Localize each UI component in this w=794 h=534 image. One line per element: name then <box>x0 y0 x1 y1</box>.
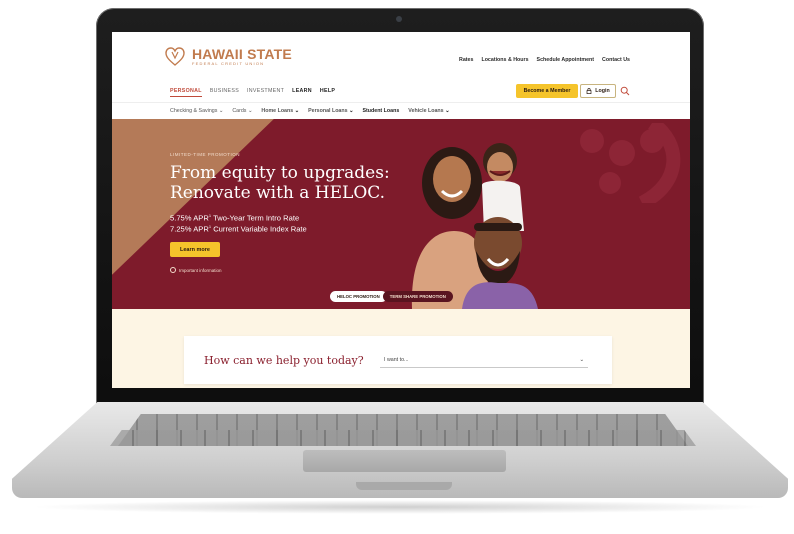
rate-description: Two-Year Term Intro Rate <box>213 213 300 223</box>
rate-footnote: 1 <box>208 224 212 229</box>
subnav-label: Vehicle Loans <box>408 107 444 114</box>
brand-subtitle: FEDERAL CREDIT UNION <box>192 61 265 66</box>
sub-nav: Checking & Savings ⌄ Cards ⌄ Home Loans … <box>112 102 690 118</box>
hero-title-line: Renovate with a HELOC. <box>170 183 386 203</box>
subnav-cards[interactable]: Cards ⌄ <box>232 108 252 114</box>
utility-nav: Rates Locations & Hours Schedule Appoint… <box>459 57 630 63</box>
subnav-label: Checking & Savings <box>170 107 218 114</box>
nav-business[interactable]: BUSINESS <box>210 88 239 97</box>
util-link-appointment[interactable]: Schedule Appointment <box>537 57 594 63</box>
brand-name: HAWAII STATE <box>192 46 292 62</box>
subnav-label: Cards <box>232 107 247 114</box>
learn-more-button[interactable]: Learn more <box>170 242 220 257</box>
promo-tabs: HELOC PROMOTION TERM SHARE PROMOTION <box>330 291 453 302</box>
site-header: HAWAII STATE FEDERAL CREDIT UNION Rates … <box>112 32 690 82</box>
help-title: How can we help you today? <box>204 354 364 367</box>
brand-logo[interactable]: HAWAII STATE FEDERAL CREDIT UNION <box>164 46 292 68</box>
heart-logo-icon <box>165 47 185 66</box>
hero-banner: LIMITED-TIME PROMOTION From equity to up… <box>112 119 690 309</box>
nav-personal[interactable]: PERSONAL <box>170 88 202 97</box>
tab-heloc-promotion[interactable]: HELOC PROMOTION <box>330 291 387 302</box>
rate-value: 7.25% APR <box>170 224 209 234</box>
subnav-personal-loans[interactable]: Personal Loans ⌄ <box>308 108 353 114</box>
main-nav: PERSONAL BUSINESS INVESTMENT LEARN HELP <box>170 88 335 97</box>
subnav-label: Home Loans <box>261 107 294 114</box>
subnav-checking-savings[interactable]: Checking & Savings ⌄ <box>170 108 223 114</box>
hero-rate-intro: 5.75% APR1 Two-Year Term Intro Rate <box>170 213 299 223</box>
keyboard <box>110 430 696 446</box>
util-link-locations[interactable]: Locations & Hours <box>481 57 528 63</box>
util-link-contact[interactable]: Contact Us <box>602 57 630 63</box>
hero-eyebrow: LIMITED-TIME PROMOTION <box>170 152 240 157</box>
login-button[interactable]: Login <box>580 84 616 98</box>
hero-title: From equity to upgrades: Renovate with a… <box>170 163 390 203</box>
rate-footnote: 1 <box>208 213 212 218</box>
become-member-button[interactable]: Become a Member <box>516 84 578 98</box>
rate-value: 5.75% APR <box>170 213 209 223</box>
laptop-notch <box>356 482 452 490</box>
rate-description: Current Variable Index Rate <box>213 224 307 234</box>
subnav-home-loans[interactable]: Home Loans ⌄ <box>261 108 299 114</box>
website-screen: HAWAII STATE FEDERAL CREDIT UNION Rates … <box>112 32 690 388</box>
nav-investment[interactable]: INVESTMENT <box>247 88 284 97</box>
subnav-label: Personal Loans <box>308 107 348 114</box>
util-link-rates[interactable]: Rates <box>459 57 473 63</box>
info-icon <box>170 267 176 273</box>
trackpad <box>303 450 506 472</box>
hero-title-line: From equity to upgrades: <box>170 163 390 183</box>
help-card: How can we help you today? I want to... … <box>184 336 612 384</box>
subnav-student-loans[interactable]: Student Loans <box>362 108 399 114</box>
important-info-label: Important information <box>179 267 222 273</box>
tab-term-share-promotion[interactable]: TERM SHARE PROMOTION <box>382 291 453 302</box>
laptop-shadow <box>30 500 770 514</box>
help-dropdown-value: I want to... <box>384 356 409 363</box>
family-photo <box>411 143 538 309</box>
nav-learn[interactable]: LEARN <box>292 88 312 97</box>
help-dropdown[interactable]: I want to... ⌄ <box>380 352 588 368</box>
nav-help[interactable]: HELP <box>320 88 335 97</box>
login-label: Login <box>595 88 610 94</box>
chevron-down-icon: ⌄ <box>579 356 584 363</box>
lock-icon <box>586 88 592 94</box>
camera-icon <box>396 16 402 22</box>
hero-rate-variable: 7.25% APR1 Current Variable Index Rate <box>170 224 307 234</box>
search-icon[interactable] <box>620 86 630 96</box>
subnav-vehicle-loans[interactable]: Vehicle Loans ⌄ <box>408 108 449 114</box>
important-info-link[interactable]: Important information <box>170 267 222 273</box>
